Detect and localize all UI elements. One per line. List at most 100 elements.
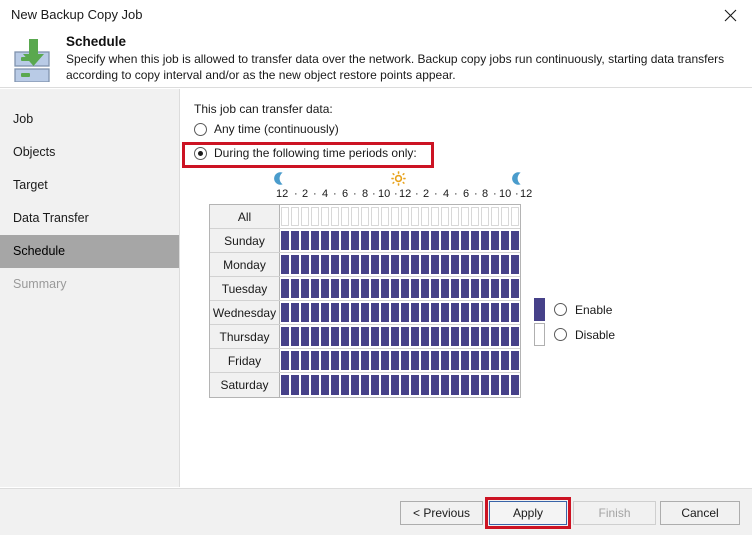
schedule-cells-wednesday[interactable]: [280, 301, 520, 324]
schedule-cell[interactable]: [421, 279, 429, 298]
schedule-cell[interactable]: [511, 279, 519, 298]
schedule-cell[interactable]: [341, 327, 349, 346]
schedule-cell[interactable]: [491, 279, 499, 298]
schedule-cell[interactable]: [421, 207, 429, 226]
schedule-cell[interactable]: [451, 351, 459, 370]
schedule-cell[interactable]: [311, 303, 319, 322]
schedule-cell[interactable]: [461, 375, 469, 395]
schedule-cell[interactable]: [301, 351, 309, 370]
schedule-cell[interactable]: [461, 279, 469, 298]
schedule-cell[interactable]: [371, 327, 379, 346]
schedule-cell[interactable]: [411, 351, 419, 370]
sidebar-item-schedule[interactable]: Schedule: [0, 235, 179, 268]
schedule-cell[interactable]: [371, 231, 379, 250]
legend-radio-disable[interactable]: [554, 328, 567, 341]
schedule-cell[interactable]: [431, 303, 439, 322]
apply-button[interactable]: Apply: [489, 501, 567, 525]
schedule-cell[interactable]: [511, 327, 519, 346]
schedule-cell[interactable]: [421, 255, 429, 274]
schedule-cell[interactable]: [361, 303, 369, 322]
schedule-cell[interactable]: [461, 231, 469, 250]
schedule-cell[interactable]: [391, 255, 399, 274]
schedule-cell[interactable]: [321, 231, 329, 250]
schedule-cell[interactable]: [291, 231, 299, 250]
schedule-cells-all[interactable]: [280, 205, 520, 228]
schedule-cell[interactable]: [431, 375, 439, 395]
schedule-row-label-sunday[interactable]: Sunday: [210, 229, 280, 252]
schedule-cell[interactable]: [451, 303, 459, 322]
schedule-cell[interactable]: [371, 303, 379, 322]
schedule-cell[interactable]: [471, 303, 479, 322]
schedule-cell[interactable]: [381, 351, 389, 370]
schedule-cell[interactable]: [331, 279, 339, 298]
schedule-cell[interactable]: [281, 327, 289, 346]
schedule-row-label-tuesday[interactable]: Tuesday: [210, 277, 280, 300]
schedule-cell[interactable]: [431, 207, 439, 226]
schedule-cell[interactable]: [471, 255, 479, 274]
schedule-cell[interactable]: [481, 327, 489, 346]
schedule-row-sunday[interactable]: Sunday: [210, 229, 520, 253]
schedule-cell[interactable]: [391, 351, 399, 370]
schedule-cell[interactable]: [341, 231, 349, 250]
schedule-cell[interactable]: [431, 327, 439, 346]
schedule-cell[interactable]: [431, 255, 439, 274]
schedule-cell[interactable]: [311, 375, 319, 395]
schedule-cell[interactable]: [401, 231, 409, 250]
schedule-cell[interactable]: [441, 231, 449, 250]
schedule-cell[interactable]: [321, 351, 329, 370]
schedule-cell[interactable]: [451, 231, 459, 250]
schedule-cell[interactable]: [471, 279, 479, 298]
schedule-cell[interactable]: [381, 255, 389, 274]
schedule-cell[interactable]: [381, 303, 389, 322]
schedule-cell[interactable]: [321, 207, 329, 226]
schedule-cells-tuesday[interactable]: [280, 277, 520, 300]
schedule-row-monday[interactable]: Monday: [210, 253, 520, 277]
schedule-cell[interactable]: [281, 279, 289, 298]
schedule-cells-saturday[interactable]: [280, 373, 520, 397]
schedule-cell[interactable]: [391, 327, 399, 346]
schedule-cell[interactable]: [491, 327, 499, 346]
schedule-cell[interactable]: [381, 207, 389, 226]
schedule-row-tuesday[interactable]: Tuesday: [210, 277, 520, 301]
sidebar-item-target[interactable]: Target: [0, 169, 179, 202]
schedule-cell[interactable]: [301, 231, 309, 250]
sidebar-item-objects[interactable]: Objects: [0, 136, 179, 169]
schedule-cell[interactable]: [281, 375, 289, 395]
schedule-cell[interactable]: [321, 279, 329, 298]
schedule-cell[interactable]: [281, 231, 289, 250]
schedule-cell[interactable]: [281, 255, 289, 274]
schedule-cell[interactable]: [421, 303, 429, 322]
schedule-cell[interactable]: [391, 231, 399, 250]
schedule-cell[interactable]: [291, 375, 299, 395]
schedule-cell[interactable]: [371, 255, 379, 274]
schedule-cell[interactable]: [291, 279, 299, 298]
schedule-cell[interactable]: [311, 351, 319, 370]
schedule-cell[interactable]: [291, 207, 299, 226]
schedule-cell[interactable]: [461, 255, 469, 274]
schedule-cell[interactable]: [461, 207, 469, 226]
schedule-row-label-friday[interactable]: Friday: [210, 349, 280, 372]
schedule-cell[interactable]: [411, 231, 419, 250]
schedule-cell[interactable]: [451, 207, 459, 226]
schedule-cell[interactable]: [371, 351, 379, 370]
schedule-cell[interactable]: [301, 207, 309, 226]
schedule-cell[interactable]: [331, 231, 339, 250]
schedule-cell[interactable]: [341, 207, 349, 226]
schedule-cell[interactable]: [281, 351, 289, 370]
schedule-cells-friday[interactable]: [280, 349, 520, 372]
schedule-cell[interactable]: [331, 327, 339, 346]
schedule-cells-sunday[interactable]: [280, 229, 520, 252]
schedule-cell[interactable]: [431, 231, 439, 250]
schedule-cell[interactable]: [491, 231, 499, 250]
schedule-row-all[interactable]: All: [210, 205, 520, 229]
schedule-cell[interactable]: [461, 327, 469, 346]
schedule-cell[interactable]: [301, 327, 309, 346]
schedule-cell[interactable]: [431, 351, 439, 370]
schedule-cell[interactable]: [421, 327, 429, 346]
schedule-cell[interactable]: [281, 303, 289, 322]
schedule-cell[interactable]: [491, 351, 499, 370]
schedule-cell[interactable]: [361, 375, 369, 395]
schedule-cell[interactable]: [361, 207, 369, 226]
schedule-cell[interactable]: [451, 327, 459, 346]
schedule-cell[interactable]: [441, 375, 449, 395]
